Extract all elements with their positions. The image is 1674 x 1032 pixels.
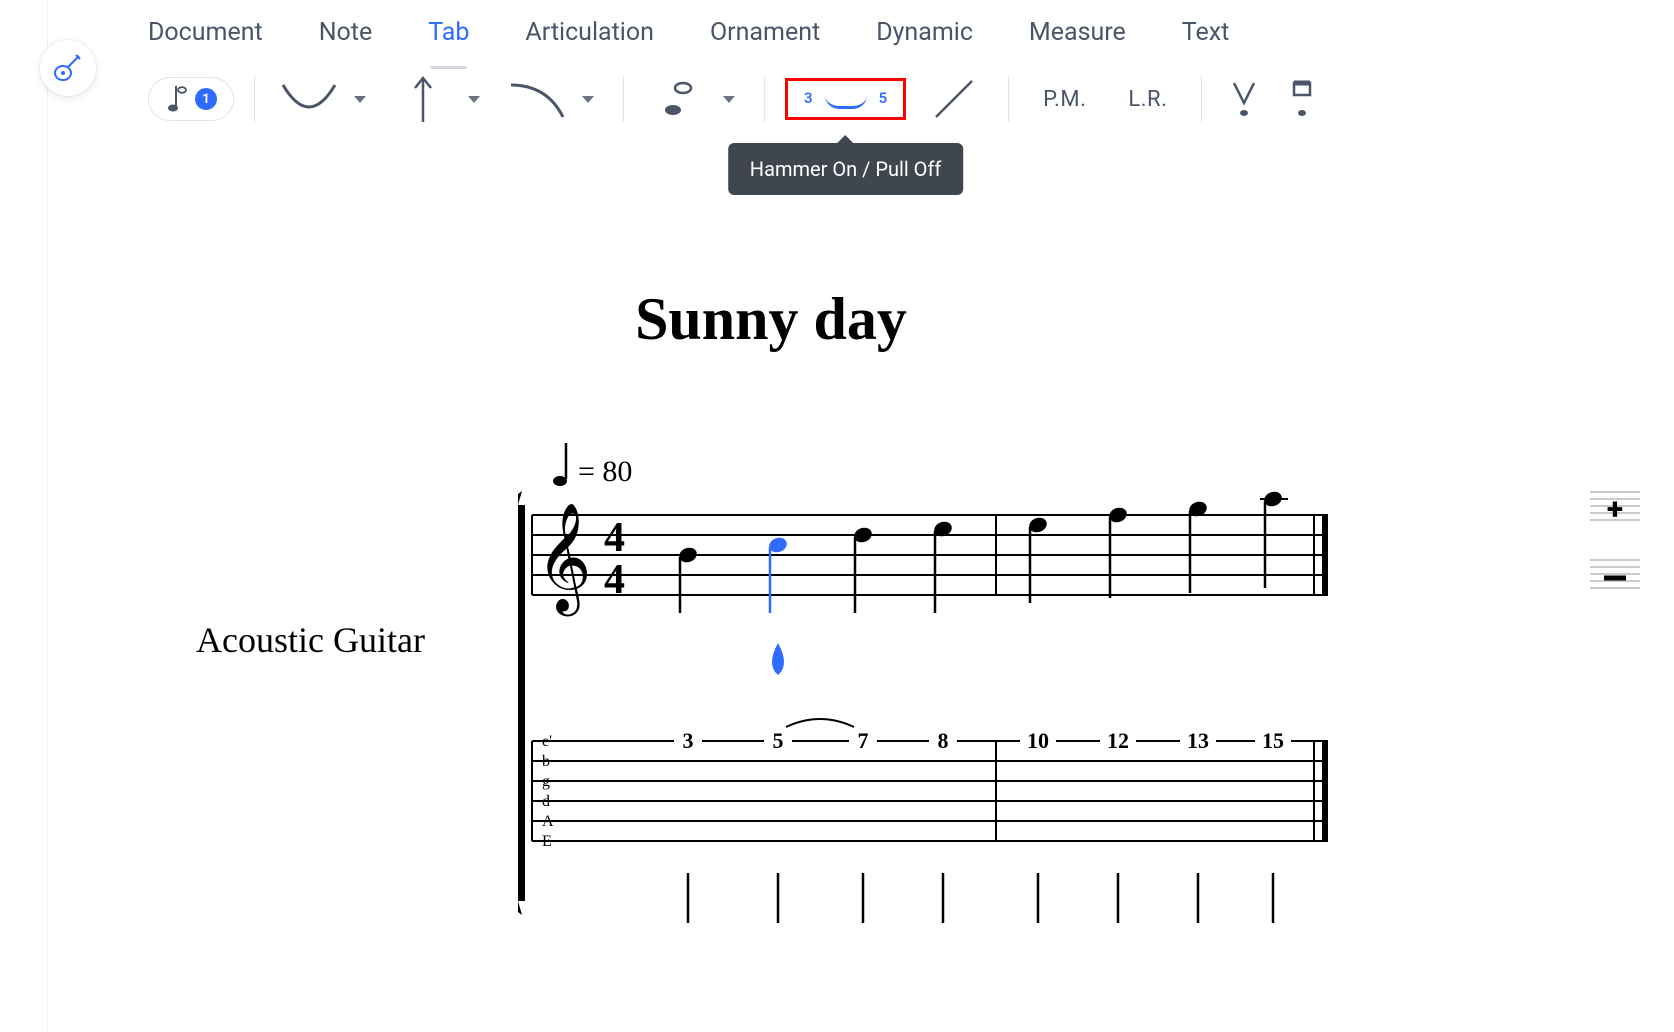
add-measure-button[interactable]: + — [1590, 491, 1640, 529]
tab-string-3: g — [542, 773, 550, 790]
slur-dropdown[interactable] — [345, 71, 375, 127]
menu-note[interactable]: Note — [319, 18, 373, 47]
treble-clef-icon: 𝄞 — [536, 505, 592, 616]
slide-icon — [930, 75, 978, 123]
toolbar: 1 — [48, 65, 1674, 133]
note-m2-4 — [1262, 489, 1284, 588]
voice-selector[interactable]: 1 — [148, 77, 234, 121]
tab-fret-m1-4: 8 — [938, 728, 949, 753]
menu-document[interactable]: Document — [148, 18, 263, 47]
score-canvas[interactable]: Sunny day Acoustic Guitar + — [48, 133, 1674, 1032]
bend-dropdown[interactable] — [573, 71, 603, 127]
ghost-note-icon — [661, 78, 695, 120]
hopo-from: 3 — [804, 89, 813, 107]
tab-staff: e' b g d A E 3 5 7 — [532, 719, 1328, 923]
tooltip: Hammer On / Pull Off — [728, 143, 964, 195]
tab-fret-m2-3: 13 — [1187, 728, 1209, 753]
minus-icon — [1604, 576, 1626, 581]
note-m2-3 — [1187, 499, 1209, 593]
hopo-to: 5 — [879, 89, 888, 107]
bend-icon — [505, 77, 569, 121]
menubar: Document Note Tab Articulation Ornament … — [48, 0, 1674, 65]
downbow-icon — [1288, 79, 1316, 119]
treble-staff: 𝄞 4 4 — [532, 489, 1328, 616]
tab-string-6: E — [542, 833, 552, 850]
upstroke-button[interactable] — [389, 71, 457, 127]
upbow-icon — [1230, 79, 1258, 119]
ghost-note-button[interactable] — [644, 71, 712, 127]
let-ring-button[interactable]: L.R. — [1114, 79, 1181, 120]
menu-text[interactable]: Text — [1182, 18, 1230, 47]
menu-ornament[interactable]: Ornament — [710, 18, 820, 47]
instrument-label: Acoustic Guitar — [196, 619, 425, 661]
note-m1-1 — [677, 545, 699, 613]
hammer-pull-button[interactable]: 3 5 Hammer On / Pull Off — [785, 78, 906, 120]
up-arrow-icon — [411, 74, 435, 124]
upstroke-dropdown[interactable] — [459, 71, 489, 127]
tab-string-2: b — [542, 753, 550, 770]
note-m1-4 — [932, 519, 954, 613]
tab-fret-m1-2: 5 — [773, 728, 784, 753]
bend-button[interactable] — [503, 71, 571, 127]
tab-string-1: e' — [542, 733, 552, 750]
tab-fret-m1-3: 7 — [858, 728, 869, 753]
slur-button[interactable] — [275, 71, 343, 127]
guitar-icon — [53, 53, 83, 83]
menu-dynamic[interactable]: Dynamic — [876, 18, 973, 47]
menu-measure[interactable]: Measure — [1029, 18, 1126, 47]
menu-tab[interactable]: Tab — [428, 18, 469, 47]
tab-hopo-arc — [786, 719, 854, 727]
time-sig-top: 4 — [604, 515, 625, 561]
note-m2-1 — [1027, 515, 1049, 603]
tab-fret-m2-4: 15 — [1262, 728, 1284, 753]
tempo-note-icon — [553, 443, 567, 486]
system-bracket — [518, 505, 525, 901]
downbow-button[interactable] — [1280, 71, 1324, 127]
tab-string-5: A — [542, 813, 554, 830]
note-m2-2 — [1107, 505, 1129, 598]
note-m1-3 — [852, 525, 874, 613]
note-icon — [165, 84, 187, 114]
tab-fret-m1-1: 3 — [683, 728, 694, 753]
menu-articulation[interactable]: Articulation — [525, 18, 654, 47]
tempo-text: = 80 — [578, 455, 632, 488]
ghost-note-dropdown[interactable] — [714, 71, 744, 127]
remove-measure-button[interactable] — [1590, 559, 1640, 597]
slur-small-icon — [825, 95, 867, 109]
palm-mute-button[interactable]: P.M. — [1029, 79, 1100, 120]
slur-icon — [277, 77, 341, 121]
slide-button[interactable] — [920, 71, 988, 127]
voice-badge: 1 — [195, 88, 217, 110]
tab-fret-m2-2: 12 — [1107, 728, 1129, 753]
tab-fret-m2-1: 10 — [1027, 728, 1049, 753]
selection-caret-icon — [772, 643, 784, 675]
tab-string-4: d — [542, 793, 550, 810]
score-title: Sunny day — [48, 285, 1494, 354]
upbow-button[interactable] — [1222, 71, 1266, 127]
score-view: = 80 — [518, 443, 1348, 1003]
time-sig-bottom: 4 — [604, 557, 625, 603]
app-logo[interactable] — [40, 40, 96, 96]
